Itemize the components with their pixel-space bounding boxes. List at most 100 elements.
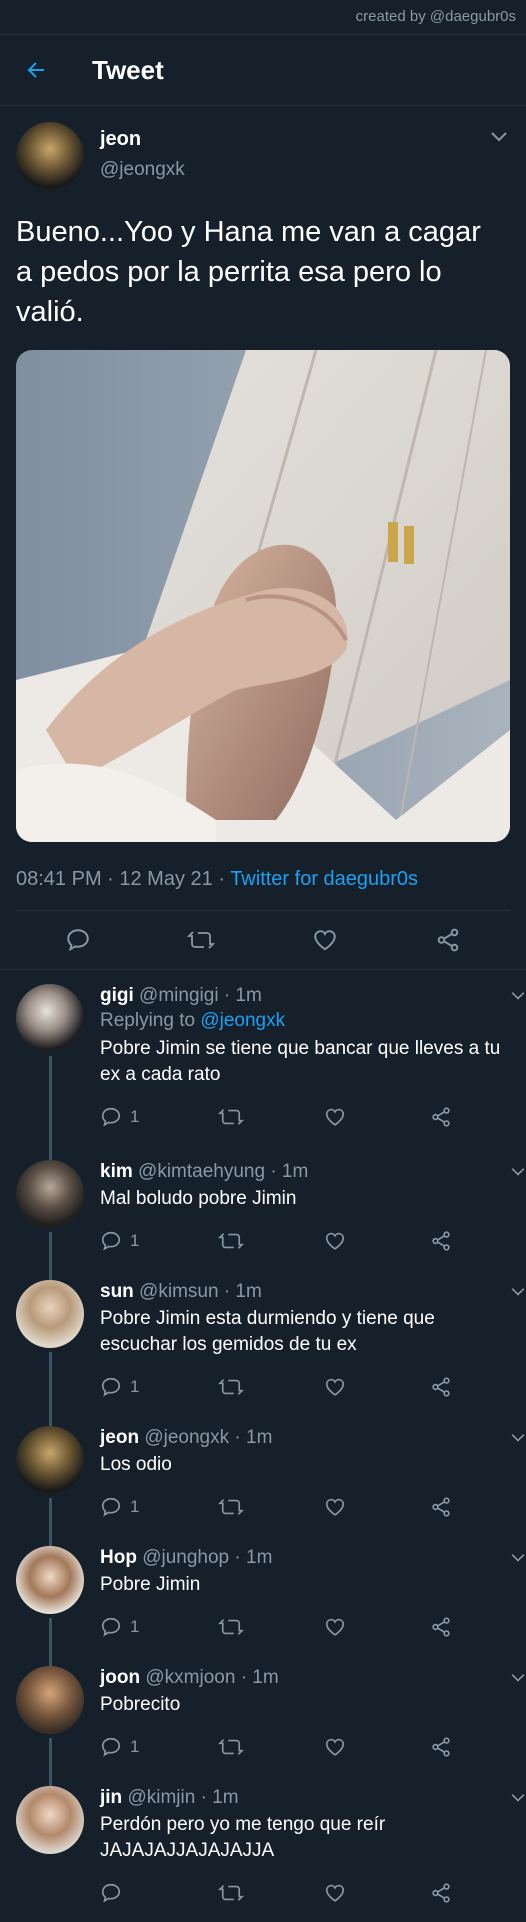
replying-to: Replying to @jeongxk	[100, 1008, 510, 1034]
reply-menu-button[interactable]	[510, 1430, 526, 1448]
heart-icon	[325, 1108, 345, 1126]
reply-item[interactable]: Hop @junghop · 1m Pobre Jimin 1	[0, 1546, 526, 1666]
top-bar: Tweet	[0, 35, 526, 106]
avatar[interactable]	[16, 122, 84, 190]
reply-share-button[interactable]	[430, 1496, 452, 1518]
comment-icon	[67, 929, 89, 952]
reply-comment-button[interactable]: 1	[100, 1616, 218, 1638]
reply-item[interactable]: kim @kimtaehyung · 1m Mal boludo pobre J…	[0, 1056, 526, 1280]
thread-line	[49, 1232, 52, 1280]
avatar[interactable]	[16, 1666, 84, 1734]
reply-item[interactable]: jeon @jeongxk · 1m Los odio 1	[0, 1426, 526, 1546]
reply-retweet-button[interactable]	[218, 1616, 324, 1638]
reply-comment-button[interactable]	[100, 1882, 218, 1904]
reply-menu-button[interactable]	[510, 1550, 526, 1568]
reply-item[interactable]: jin @kimjin · 1m Perdón pero yo me tengo…	[0, 1786, 526, 1922]
avatar[interactable]	[16, 1160, 84, 1228]
tweet-menu-button[interactable]	[490, 130, 508, 148]
main-tweet: jeon @jeongxk Bueno...Yoo y Hana me van …	[0, 106, 526, 969]
tweet-timestamp: 08:41 PM · 12 May 21 · Twitter for daegu…	[16, 864, 510, 894]
reply-share-button[interactable]	[430, 1376, 452, 1398]
reply-like-button[interactable]	[324, 1106, 430, 1128]
reply-count: 1	[130, 1737, 140, 1756]
avatar[interactable]	[16, 984, 84, 1052]
comment-icon	[101, 1231, 121, 1251]
reply-like-button[interactable]	[324, 1616, 430, 1638]
reply-item[interactable]: joon @kxmjoon · 1m Pobrecito 1	[0, 1666, 526, 1786]
reply-author-name[interactable]: gigi	[100, 985, 134, 1006]
reply-like-button[interactable]	[324, 1882, 430, 1904]
reply-list: gigi @mingigi · 1m Replying to @jeongxk …	[0, 970, 526, 1922]
thread-line	[49, 1056, 52, 1156]
reply-retweet-button[interactable]	[218, 1882, 324, 1904]
avatar[interactable]	[16, 1426, 84, 1494]
reply-count: 1	[130, 1497, 140, 1516]
reply-item[interactable]: sun @kimsun · 1m Pobre Jimin esta durmie…	[0, 1280, 526, 1426]
reply-retweet-button[interactable]	[218, 1376, 324, 1398]
thread-line	[49, 1738, 52, 1786]
comment-icon	[101, 1617, 121, 1637]
reply-menu-button[interactable]	[510, 1284, 526, 1302]
chevron-down-icon	[511, 1168, 525, 1176]
reply-comment-button[interactable]: 1	[100, 1106, 218, 1128]
reply-comment-button[interactable]: 1	[100, 1230, 218, 1252]
reply-share-button[interactable]	[430, 1736, 452, 1758]
like-button[interactable]	[305, 920, 345, 960]
tweet-source-link[interactable]: Twitter for daegubr0s	[230, 868, 418, 890]
reply-item[interactable]: gigi @mingigi · 1m Replying to @jeongxk …	[0, 984, 526, 1160]
reply-author-name[interactable]: kim	[100, 1161, 133, 1182]
reply-menu-button[interactable]	[510, 1790, 526, 1808]
retweet-icon	[218, 1619, 244, 1635]
tweet-photo[interactable]	[16, 350, 510, 842]
reply-retweet-button[interactable]	[218, 1496, 324, 1518]
comment-icon	[101, 1883, 121, 1903]
reply-like-button[interactable]	[324, 1230, 430, 1252]
reply-author-handle: @kimsun · 1m	[133, 1281, 262, 1302]
reply-author-handle: @kimtaehyung · 1m	[132, 1161, 309, 1182]
reply-count: 1	[130, 1107, 140, 1126]
reply-share-button[interactable]	[430, 1106, 452, 1128]
reply-button[interactable]	[58, 920, 98, 960]
reply-like-button[interactable]	[324, 1736, 430, 1758]
reply-comment-button[interactable]: 1	[100, 1376, 218, 1398]
retweet-icon	[218, 1109, 244, 1125]
reply-comment-button[interactable]: 1	[100, 1736, 218, 1758]
reply-menu-button[interactable]	[510, 1670, 526, 1688]
share-icon	[432, 1737, 450, 1757]
chevron-down-icon	[491, 132, 507, 142]
reply-share-button[interactable]	[430, 1230, 452, 1252]
retweet-icon	[218, 1499, 244, 1515]
heart-icon	[325, 1378, 345, 1396]
reply-author-name[interactable]: sun	[100, 1281, 134, 1302]
reply-retweet-button[interactable]	[218, 1106, 324, 1128]
reply-comment-button[interactable]: 1	[100, 1496, 218, 1518]
reply-share-button[interactable]	[430, 1616, 452, 1638]
reply-author-name[interactable]: Hop	[100, 1547, 137, 1568]
share-icon	[432, 1377, 450, 1397]
replying-to-link[interactable]: @jeongxk	[200, 1010, 285, 1031]
replying-to-prefix: Replying to	[100, 1010, 201, 1031]
author-handle[interactable]: @jeongxk	[100, 159, 185, 181]
avatar[interactable]	[16, 1546, 84, 1614]
retweet-button[interactable]	[181, 920, 221, 960]
reply-share-button[interactable]	[430, 1882, 452, 1904]
reply-menu-button[interactable]	[510, 1164, 526, 1182]
avatar[interactable]	[16, 1280, 84, 1348]
reply-text: Los odio	[100, 1454, 172, 1475]
avatar[interactable]	[16, 1786, 84, 1854]
reply-author-handle: @jeongxk · 1m	[139, 1427, 273, 1448]
reply-author-handle: @kxmjoon · 1m	[140, 1667, 279, 1688]
reply-author-name[interactable]: jin	[100, 1787, 122, 1808]
reply-like-button[interactable]	[324, 1496, 430, 1518]
author-name[interactable]: jeon	[100, 128, 185, 151]
reply-retweet-button[interactable]	[218, 1736, 324, 1758]
reply-like-button[interactable]	[324, 1376, 430, 1398]
reply-retweet-button[interactable]	[218, 1230, 324, 1252]
reply-author-name[interactable]: jeon	[100, 1427, 139, 1448]
reply-author-handle: @mingigi · 1m	[133, 985, 262, 1006]
reply-actions: 1	[100, 1490, 510, 1524]
reply-author-name[interactable]: joon	[100, 1667, 140, 1688]
reply-menu-button[interactable]	[510, 988, 526, 1006]
share-button[interactable]	[428, 920, 468, 960]
back-button[interactable]	[0, 35, 72, 105]
